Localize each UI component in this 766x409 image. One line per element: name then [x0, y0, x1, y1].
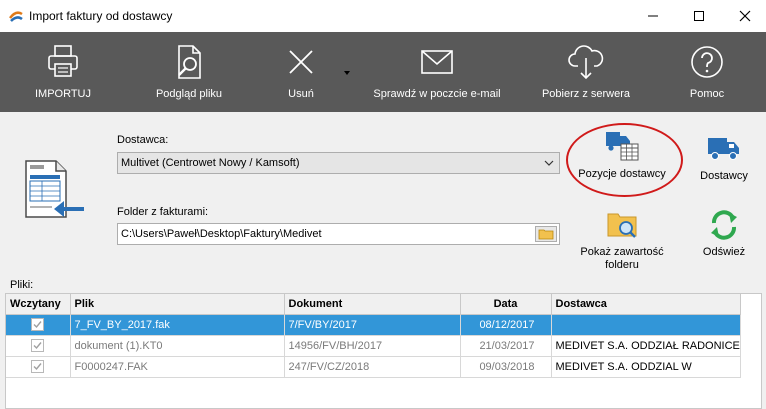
import-label: IMPORTUJ — [34, 88, 92, 100]
close-icon — [739, 10, 751, 22]
help-button[interactable]: Pomoc — [682, 32, 732, 112]
minimize-button[interactable] — [630, 0, 676, 32]
show-folder-label: Pokaż zawartość folderu — [580, 246, 663, 272]
app-icon — [9, 11, 23, 22]
toolbar: IMPORTUJ Podgląd pliku Usuń Sprawdź w po… — [0, 32, 766, 112]
chevron-down-icon — [544, 160, 554, 166]
show-folder-button[interactable]: Pokaż zawartość folderu — [574, 208, 670, 272]
check-email-label: Sprawdź w poczcie e-mail — [373, 88, 501, 100]
supplier-label: Dostawca: — [117, 134, 169, 146]
truck-icon — [708, 138, 739, 160]
column-header-loaded[interactable]: Wczytany — [6, 294, 71, 315]
cell-document: 247/FV/CZ/2018 — [284, 356, 461, 378]
delete-dropdown-arrow[interactable] — [344, 71, 350, 75]
cell-supplier — [551, 314, 741, 336]
order-document-icon — [25, 160, 84, 218]
help-icon — [691, 46, 723, 78]
column-header-document[interactable]: Dokument — [284, 294, 461, 315]
suppliers-label: Dostawcy — [700, 170, 748, 182]
checkmark-icon — [33, 342, 42, 350]
preview-file-button[interactable]: Podgląd pliku — [152, 32, 226, 112]
check-email-button[interactable]: Sprawdź w poczcie e-mail — [372, 32, 502, 112]
suppliers-button[interactable]: Dostawcy — [694, 132, 754, 183]
folder-label: Folder z fakturami: — [117, 206, 209, 218]
main-content: Dostawca: Multivet (Centrowet Nowy / Kam… — [0, 112, 766, 409]
folder-search-icon — [607, 213, 637, 238]
close-icon — [289, 50, 313, 74]
cell-date: 09/03/2018 — [460, 356, 552, 378]
table-row[interactable]: 7_FV_BY_2017.fak 7/FV/BY/2017 08/12/2017 — [6, 314, 741, 336]
cell-supplier: MEDIVET S.A. ODDZIAŁ RADONICE — [551, 335, 741, 357]
browse-folder-button[interactable] — [535, 226, 557, 242]
table-row[interactable]: F0000247.FAK 247/FV/CZ/2018 09/03/2018 M… — [6, 356, 741, 378]
supplier-value: Multivet (Centrowet Nowy / Kamsoft) — [121, 157, 300, 169]
checkmark-icon — [33, 321, 42, 329]
folder-path-input[interactable]: C:\Users\Paweł\Desktop\Faktury\Medivet — [117, 223, 560, 245]
files-label: Pliki: — [10, 279, 34, 291]
maximize-icon — [694, 11, 704, 21]
highlight-ring — [566, 123, 683, 197]
folder-path-value: C:\Users\Paweł\Desktop\Faktury\Medivet — [121, 228, 322, 240]
refresh-button[interactable]: Odśwież — [694, 208, 754, 259]
checkmark-icon — [33, 363, 42, 371]
cell-date: 08/12/2017 — [460, 314, 552, 336]
cloud-download-icon — [568, 45, 604, 80]
file-search-icon — [178, 45, 201, 79]
loaded-checkbox[interactable] — [31, 318, 45, 331]
window-title: Import faktury od dostawcy — [29, 9, 173, 23]
minimize-icon — [648, 15, 658, 17]
envelope-icon — [421, 50, 453, 74]
supplier-select[interactable]: Multivet (Centrowet Nowy / Kamsoft) — [117, 152, 560, 174]
show-folder-label-line2: folderu — [605, 259, 639, 271]
files-table: Wczytany Plik Dokument Data Dostawca 7_F… — [5, 293, 762, 409]
column-header-supplier[interactable]: Dostawca — [551, 294, 741, 315]
delete-button[interactable]: Usuń — [276, 32, 326, 112]
close-window-button[interactable] — [722, 0, 766, 32]
table-row[interactable]: dokument (1).KT0 14956/FV/BH/2017 21/03/… — [6, 335, 741, 357]
refresh-label: Odśwież — [702, 246, 746, 258]
cell-document: 14956/FV/BH/2017 — [284, 335, 461, 357]
show-folder-label-line1: Pokaż zawartość — [580, 246, 664, 258]
column-header-file[interactable]: Plik — [70, 294, 285, 315]
folder-icon — [538, 229, 554, 240]
cell-supplier: MEDIVET S.A. ODDZIAL W — [551, 356, 741, 378]
cell-file: F0000247.FAK — [70, 356, 285, 378]
maximize-button[interactable] — [676, 0, 722, 32]
loaded-checkbox[interactable] — [31, 339, 45, 352]
download-server-label: Pobierz z serwera — [541, 88, 631, 100]
import-button[interactable]: IMPORTUJ — [28, 32, 98, 112]
cell-file: 7_FV_BY_2017.fak — [70, 314, 285, 336]
refresh-icon — [711, 210, 737, 240]
download-server-button[interactable]: Pobierz z serwera — [538, 32, 634, 112]
help-label: Pomoc — [689, 88, 725, 100]
loaded-checkbox[interactable] — [31, 360, 45, 373]
cell-file: dokument (1).KT0 — [70, 335, 285, 357]
column-header-date[interactable]: Data — [460, 294, 552, 315]
preview-file-label: Podgląd pliku — [155, 88, 223, 100]
table-header-row: Wczytany Plik Dokument Data Dostawca — [6, 294, 741, 315]
cell-date: 21/03/2017 — [460, 335, 552, 357]
printer-icon — [48, 45, 78, 77]
delete-label: Usuń — [288, 88, 314, 100]
title-bar: Import faktury od dostawcy — [0, 0, 766, 32]
cell-document: 7/FV/BY/2017 — [284, 314, 461, 336]
